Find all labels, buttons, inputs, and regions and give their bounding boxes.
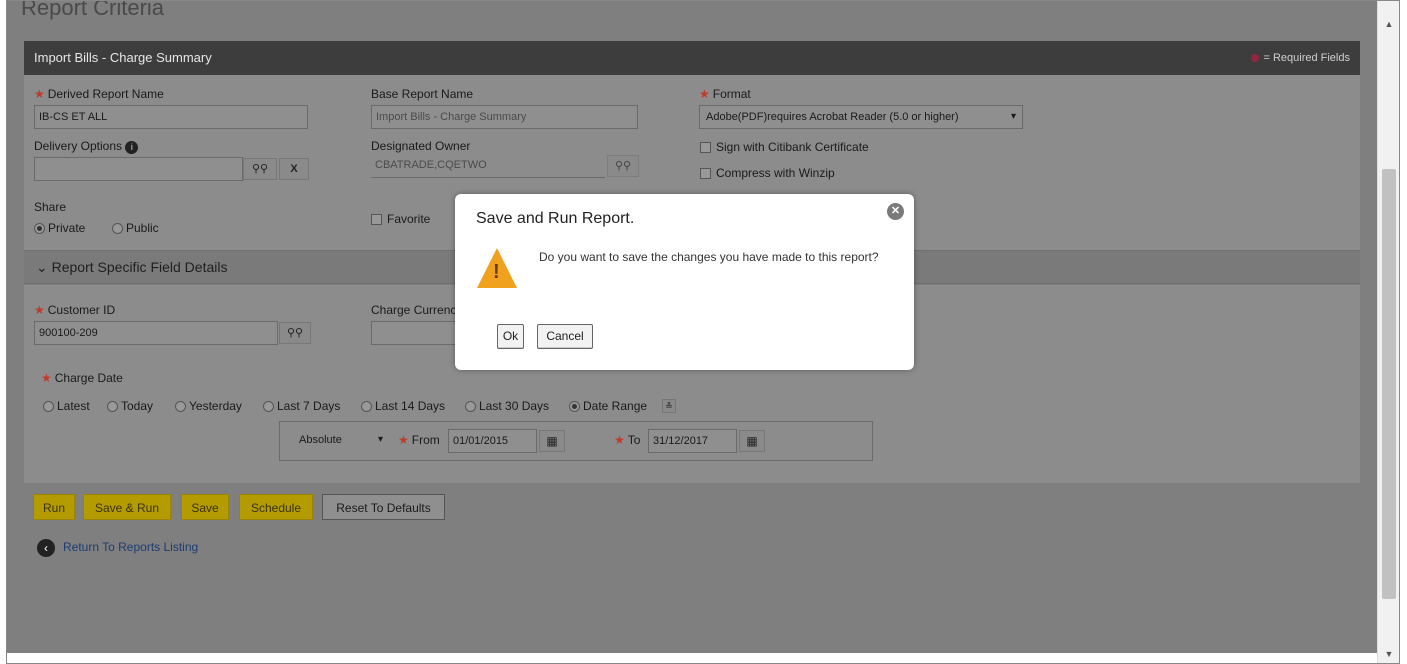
page-title: Report Criteria bbox=[21, 1, 165, 20]
derived-report-name-input[interactable]: IB-CS ET ALL bbox=[34, 105, 308, 129]
chevron-down-icon: ▾ bbox=[377, 434, 383, 445]
charge-date-last7-radio[interactable]: Last 7 Days bbox=[263, 399, 340, 413]
date-mode-select[interactable]: Absolute ▾ bbox=[289, 429, 389, 453]
dialog-title: Save and Run Report. bbox=[476, 210, 635, 227]
owner-lookup-button: ⚲⚲ bbox=[607, 155, 639, 177]
delivery-options-input[interactable] bbox=[34, 157, 243, 181]
checkbox-icon bbox=[371, 214, 382, 226]
binoculars-icon: ⚲⚲ bbox=[614, 160, 632, 172]
charge-date-range-radio[interactable]: Date Range bbox=[569, 399, 647, 413]
share-label: Share bbox=[34, 200, 67, 214]
calendar-icon[interactable]: ▦ bbox=[739, 430, 765, 452]
base-report-name-label: Base Report Name bbox=[371, 87, 474, 101]
page-footer-strip bbox=[7, 653, 1399, 663]
checkbox-icon bbox=[700, 168, 711, 180]
designated-owner-field: CBATRADE,CQETWO bbox=[375, 159, 487, 171]
info-icon[interactable]: i bbox=[125, 141, 139, 154]
radio-icon bbox=[112, 223, 123, 235]
from-date-input[interactable]: 01/01/2015 bbox=[448, 429, 537, 453]
section-title: ⌄ Report Specific Field Details bbox=[36, 259, 228, 275]
share-public-radio[interactable]: Public bbox=[112, 221, 159, 235]
binoculars-icon: ⚲⚲ bbox=[251, 163, 269, 175]
customer-id-label: ★ Customer ID bbox=[34, 303, 116, 317]
delivery-options-label: Delivery Options i bbox=[34, 139, 139, 154]
to-date-input[interactable]: 31/12/2017 bbox=[648, 429, 737, 453]
charge-currency-label: Charge Currency bbox=[371, 303, 461, 317]
charge-currency-input[interactable] bbox=[371, 321, 463, 345]
checkbox-icon bbox=[700, 142, 711, 154]
dialog-message: Do you want to save the changes you have… bbox=[539, 250, 879, 264]
date-range-collapse-icon[interactable]: ≚ bbox=[662, 399, 676, 413]
base-report-name-field: Import Bills - Charge Summary bbox=[371, 105, 638, 129]
scroll-down-arrow-icon[interactable]: ▼ bbox=[1378, 645, 1399, 663]
return-to-reports-link[interactable]: ‹ Return To Reports Listing bbox=[37, 539, 198, 557]
calendar-icon[interactable]: ▦ bbox=[539, 430, 565, 452]
vertical-scrollbar[interactable]: ▲ ▼ bbox=[1377, 1, 1399, 663]
save-and-run-dialog: Save and Run Report. ✕ ! Do you want to … bbox=[455, 194, 914, 370]
binoculars-icon: ⚲⚲ bbox=[286, 327, 304, 339]
charge-date-latest-radio[interactable]: Latest bbox=[43, 399, 90, 413]
chevron-down-icon: ⌄ bbox=[36, 259, 48, 275]
scroll-up-arrow-icon[interactable]: ▲ bbox=[1378, 15, 1399, 33]
panel-title: Import Bills - Charge Summary bbox=[34, 50, 212, 65]
charge-date-yesterday-radio[interactable]: Yesterday bbox=[175, 399, 242, 413]
back-arrow-icon: ‹ bbox=[37, 539, 55, 557]
charge-date-last30-radio[interactable]: Last 30 Days bbox=[465, 399, 549, 413]
run-button[interactable]: Run bbox=[33, 494, 75, 520]
ok-button[interactable]: Ok bbox=[497, 324, 524, 349]
derived-report-name-label: ★ Derived Report Name bbox=[34, 87, 164, 101]
close-icon[interactable]: ✕ bbox=[887, 203, 904, 220]
share-private-radio[interactable]: Private bbox=[34, 221, 85, 235]
format-label: ★ Format bbox=[699, 87, 751, 101]
charge-date-today-radio[interactable]: Today bbox=[107, 399, 153, 413]
delivery-clear-button[interactable]: X bbox=[279, 158, 309, 180]
chevron-down-icon: ▾ bbox=[1010, 111, 1016, 122]
compress-winzip-checkbox[interactable]: Compress with Winzip bbox=[700, 166, 835, 180]
warning-exclamation: ! bbox=[493, 261, 500, 283]
owner-underline bbox=[371, 177, 605, 178]
charge-date-last14-radio[interactable]: Last 14 Days bbox=[361, 399, 445, 413]
required-dot-icon bbox=[1251, 54, 1260, 63]
designated-owner-label: Designated Owner bbox=[371, 139, 471, 153]
scroll-thumb[interactable] bbox=[1382, 169, 1396, 599]
from-label: ★ From bbox=[398, 433, 440, 447]
charge-date-label: ★ Charge Date bbox=[41, 371, 123, 385]
reset-to-defaults-button[interactable]: Reset To Defaults bbox=[322, 494, 445, 520]
radio-icon bbox=[34, 223, 45, 235]
schedule-button[interactable]: Schedule bbox=[239, 494, 313, 520]
panel-header: Import Bills - Charge Summary = Required… bbox=[24, 41, 1360, 75]
delivery-lookup-button[interactable]: ⚲⚲ bbox=[243, 158, 277, 180]
customer-id-input[interactable]: 900100-209 bbox=[34, 321, 278, 345]
save-button[interactable]: Save bbox=[181, 494, 229, 520]
cancel-button[interactable]: Cancel bbox=[537, 324, 593, 349]
required-legend: = Required Fields bbox=[1251, 41, 1350, 75]
sign-certificate-checkbox[interactable]: Sign with Citibank Certificate bbox=[700, 140, 869, 154]
customer-lookup-button[interactable]: ⚲⚲ bbox=[279, 322, 311, 344]
save-and-run-button[interactable]: Save & Run bbox=[83, 494, 171, 520]
to-label: ★ To bbox=[614, 433, 641, 447]
format-select[interactable]: Adobe(PDF)requires Acrobat Reader (5.0 o… bbox=[699, 105, 1023, 129]
favorite-checkbox[interactable]: Favorite bbox=[371, 212, 430, 226]
